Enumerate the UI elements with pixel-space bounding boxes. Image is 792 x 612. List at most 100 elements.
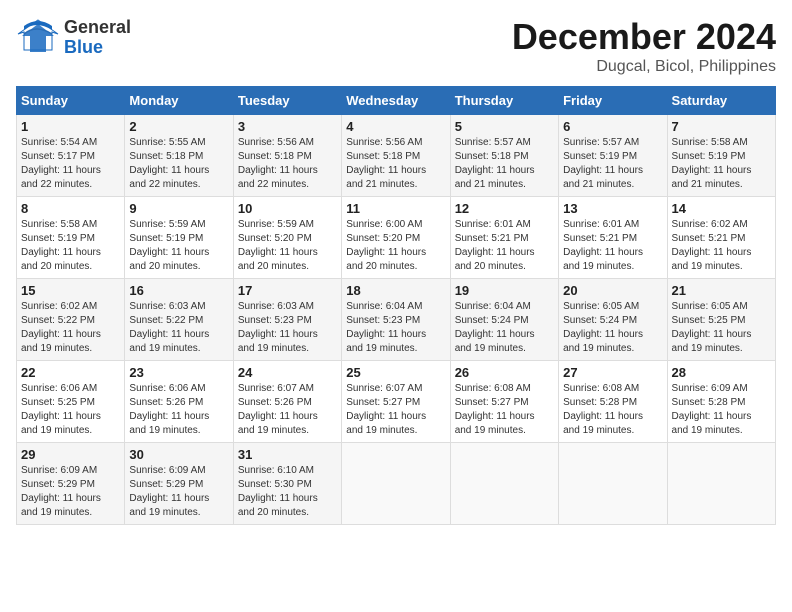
day-cell: 28Sunrise: 6:09 AM Sunset: 5:28 PM Dayli… bbox=[667, 361, 775, 443]
day-number: 12 bbox=[455, 201, 554, 216]
day-info: Sunrise: 5:55 AM Sunset: 5:18 PM Dayligh… bbox=[129, 136, 228, 192]
day-info: Sunrise: 5:58 AM Sunset: 5:19 PM Dayligh… bbox=[672, 136, 771, 192]
day-number: 3 bbox=[238, 119, 337, 134]
day-cell: 18 Sunrise: 6:04 AM Sunset: 5:23 PM Dayli… bbox=[342, 279, 450, 361]
day-number: 16 bbox=[129, 283, 228, 298]
day-number: 25 bbox=[346, 365, 445, 380]
day-cell: 5 Sunrise: 5:57 AM Sunset: 5:18 PM Daylig… bbox=[450, 115, 558, 197]
day-number: 10 bbox=[238, 201, 337, 216]
day-cell: 25 Sunrise: 6:07 AM Sunset: 5:27 PM Dayli… bbox=[342, 361, 450, 443]
location-title: Dugcal, Bicol, Philippines bbox=[512, 58, 776, 76]
day-number: 4 bbox=[346, 119, 445, 134]
day-number: 20 bbox=[563, 283, 662, 298]
day-info: Sunrise: 6:00 AM Sunset: 5:20 PM Dayligh… bbox=[346, 218, 445, 274]
day-info: Sunrise: 6:02 AM Sunset: 5:21 PM Dayligh… bbox=[672, 218, 771, 274]
logo-general: General bbox=[64, 18, 131, 38]
day-info: Sunrise: 6:10 AM Sunset: 5:30 PM Dayligh… bbox=[238, 464, 337, 520]
day-number: 17 bbox=[238, 283, 337, 298]
day-info: Sunrise: 6:06 AM Sunset: 5:25 PM Dayligh… bbox=[21, 382, 120, 438]
day-cell: 12 Sunrise: 6:01 AM Sunset: 5:21 PM Dayli… bbox=[450, 197, 558, 279]
day-info: Sunrise: 6:05 AM Sunset: 5:25 PM Dayligh… bbox=[672, 300, 771, 356]
day-cell: 3 Sunrise: 5:56 AM Sunset: 5:18 PM Daylig… bbox=[233, 115, 341, 197]
day-number: 11 bbox=[346, 201, 445, 216]
day-info: Sunrise: 5:56 AM Sunset: 5:18 PM Dayligh… bbox=[238, 136, 337, 192]
day-cell: 6 Sunrise: 5:57 AM Sunset: 5:19 PM Daylig… bbox=[559, 115, 667, 197]
day-info: Sunrise: 5:58 AM Sunset: 5:19 PM Dayligh… bbox=[21, 218, 120, 274]
day-info: Sunrise: 6:01 AM Sunset: 5:21 PM Dayligh… bbox=[455, 218, 554, 274]
day-cell: 30 Sunrise: 6:09 AM Sunset: 5:29 PM Dayli… bbox=[125, 443, 233, 525]
day-number: 2 bbox=[129, 119, 228, 134]
day-cell: 23 Sunrise: 6:06 AM Sunset: 5:26 PM Dayli… bbox=[125, 361, 233, 443]
day-number: 23 bbox=[129, 365, 228, 380]
day-info: Sunrise: 6:08 AM Sunset: 5:28 PM Dayligh… bbox=[563, 382, 662, 438]
day-number: 22 bbox=[21, 365, 120, 380]
week-row-1: 1 Sunrise: 5:54 AM Sunset: 5:17 PM Daylig… bbox=[17, 115, 776, 197]
day-cell: 21 Sunrise: 6:05 AM Sunset: 5:25 PM Dayli… bbox=[667, 279, 775, 361]
day-info: Sunrise: 6:01 AM Sunset: 5:21 PM Dayligh… bbox=[563, 218, 662, 274]
day-cell: 1 Sunrise: 5:54 AM Sunset: 5:17 PM Daylig… bbox=[17, 115, 125, 197]
day-number: 8 bbox=[21, 201, 120, 216]
day-number: 1 bbox=[21, 119, 120, 134]
day-cell: 24Sunrise: 6:07 AM Sunset: 5:26 PM Dayli… bbox=[233, 361, 341, 443]
day-number: 14 bbox=[672, 201, 771, 216]
day-info: Sunrise: 6:09 AM Sunset: 5:29 PM Dayligh… bbox=[21, 464, 120, 520]
day-cell bbox=[559, 443, 667, 525]
day-cell: 7 Sunrise: 5:58 AM Sunset: 5:19 PM Daylig… bbox=[667, 115, 775, 197]
day-cell: 29Sunrise: 6:09 AM Sunset: 5:29 PM Dayli… bbox=[17, 443, 125, 525]
day-number: 31 bbox=[238, 447, 337, 462]
day-number: 5 bbox=[455, 119, 554, 134]
day-number: 13 bbox=[563, 201, 662, 216]
day-cell: 14 Sunrise: 6:02 AM Sunset: 5:21 PM Dayli… bbox=[667, 197, 775, 279]
day-cell: 27 Sunrise: 6:08 AM Sunset: 5:28 PM Dayli… bbox=[559, 361, 667, 443]
day-number: 19 bbox=[455, 283, 554, 298]
day-info: Sunrise: 6:07 AM Sunset: 5:27 PM Dayligh… bbox=[346, 382, 445, 438]
day-info: Sunrise: 6:06 AM Sunset: 5:26 PM Dayligh… bbox=[129, 382, 228, 438]
week-row-2: 8 Sunrise: 5:58 AM Sunset: 5:19 PM Daylig… bbox=[17, 197, 776, 279]
day-number: 26 bbox=[455, 365, 554, 380]
day-cell bbox=[342, 443, 450, 525]
day-number: 9 bbox=[129, 201, 228, 216]
month-title: December 2024 bbox=[512, 16, 776, 58]
day-number: 15 bbox=[21, 283, 120, 298]
day-info: Sunrise: 6:04 AM Sunset: 5:24 PM Dayligh… bbox=[455, 300, 554, 356]
day-info: Sunrise: 6:03 AM Sunset: 5:22 PM Dayligh… bbox=[129, 300, 228, 356]
calendar-table: SundayMondayTuesdayWednesdayThursdayFrid… bbox=[16, 86, 776, 525]
header-friday: Friday bbox=[559, 87, 667, 115]
day-number: 7 bbox=[672, 119, 771, 134]
day-info: Sunrise: 5:57 AM Sunset: 5:18 PM Dayligh… bbox=[455, 136, 554, 192]
day-cell: 2 Sunrise: 5:55 AM Sunset: 5:18 PM Daylig… bbox=[125, 115, 233, 197]
day-info: Sunrise: 6:04 AM Sunset: 5:23 PM Dayligh… bbox=[346, 300, 445, 356]
day-info: Sunrise: 5:57 AM Sunset: 5:19 PM Dayligh… bbox=[563, 136, 662, 192]
day-cell: 22 Sunrise: 6:06 AM Sunset: 5:25 PM Dayli… bbox=[17, 361, 125, 443]
day-cell: 16 Sunrise: 6:03 AM Sunset: 5:22 PM Dayli… bbox=[125, 279, 233, 361]
calendar-header-row: SundayMondayTuesdayWednesdayThursdayFrid… bbox=[17, 87, 776, 115]
header-tuesday: Tuesday bbox=[233, 87, 341, 115]
logo-icon bbox=[16, 16, 60, 60]
day-cell: 26 Sunrise: 6:08 AM Sunset: 5:27 PM Dayli… bbox=[450, 361, 558, 443]
day-number: 30 bbox=[129, 447, 228, 462]
day-info: Sunrise: 5:59 AM Sunset: 5:20 PM Dayligh… bbox=[238, 218, 337, 274]
header-thursday: Thursday bbox=[450, 87, 558, 115]
day-info: Sunrise: 6:09 AM Sunset: 5:29 PM Dayligh… bbox=[129, 464, 228, 520]
page-header: General Blue December 2024 Dugcal, Bicol… bbox=[16, 16, 776, 76]
logo-text: General Blue bbox=[64, 18, 131, 58]
day-info: Sunrise: 6:07 AM Sunset: 5:26 PM Dayligh… bbox=[238, 382, 337, 438]
logo: General Blue bbox=[16, 16, 131, 60]
day-number: 21 bbox=[672, 283, 771, 298]
day-info: Sunrise: 5:59 AM Sunset: 5:19 PM Dayligh… bbox=[129, 218, 228, 274]
day-cell: 13 Sunrise: 6:01 AM Sunset: 5:21 PM Dayli… bbox=[559, 197, 667, 279]
header-wednesday: Wednesday bbox=[342, 87, 450, 115]
day-number: 18 bbox=[346, 283, 445, 298]
day-cell: 15Sunrise: 6:02 AM Sunset: 5:22 PM Dayli… bbox=[17, 279, 125, 361]
day-cell: 19 Sunrise: 6:04 AM Sunset: 5:24 PM Dayli… bbox=[450, 279, 558, 361]
day-number: 6 bbox=[563, 119, 662, 134]
day-cell: 20Sunrise: 6:05 AM Sunset: 5:24 PM Dayli… bbox=[559, 279, 667, 361]
day-number: 28 bbox=[672, 365, 771, 380]
day-info: Sunrise: 5:56 AM Sunset: 5:18 PM Dayligh… bbox=[346, 136, 445, 192]
day-number: 27 bbox=[563, 365, 662, 380]
week-row-4: 22 Sunrise: 6:06 AM Sunset: 5:25 PM Dayli… bbox=[17, 361, 776, 443]
header-saturday: Saturday bbox=[667, 87, 775, 115]
day-info: Sunrise: 6:08 AM Sunset: 5:27 PM Dayligh… bbox=[455, 382, 554, 438]
day-info: Sunrise: 5:54 AM Sunset: 5:17 PM Dayligh… bbox=[21, 136, 120, 192]
day-cell: 4 Sunrise: 5:56 AM Sunset: 5:18 PM Daylig… bbox=[342, 115, 450, 197]
